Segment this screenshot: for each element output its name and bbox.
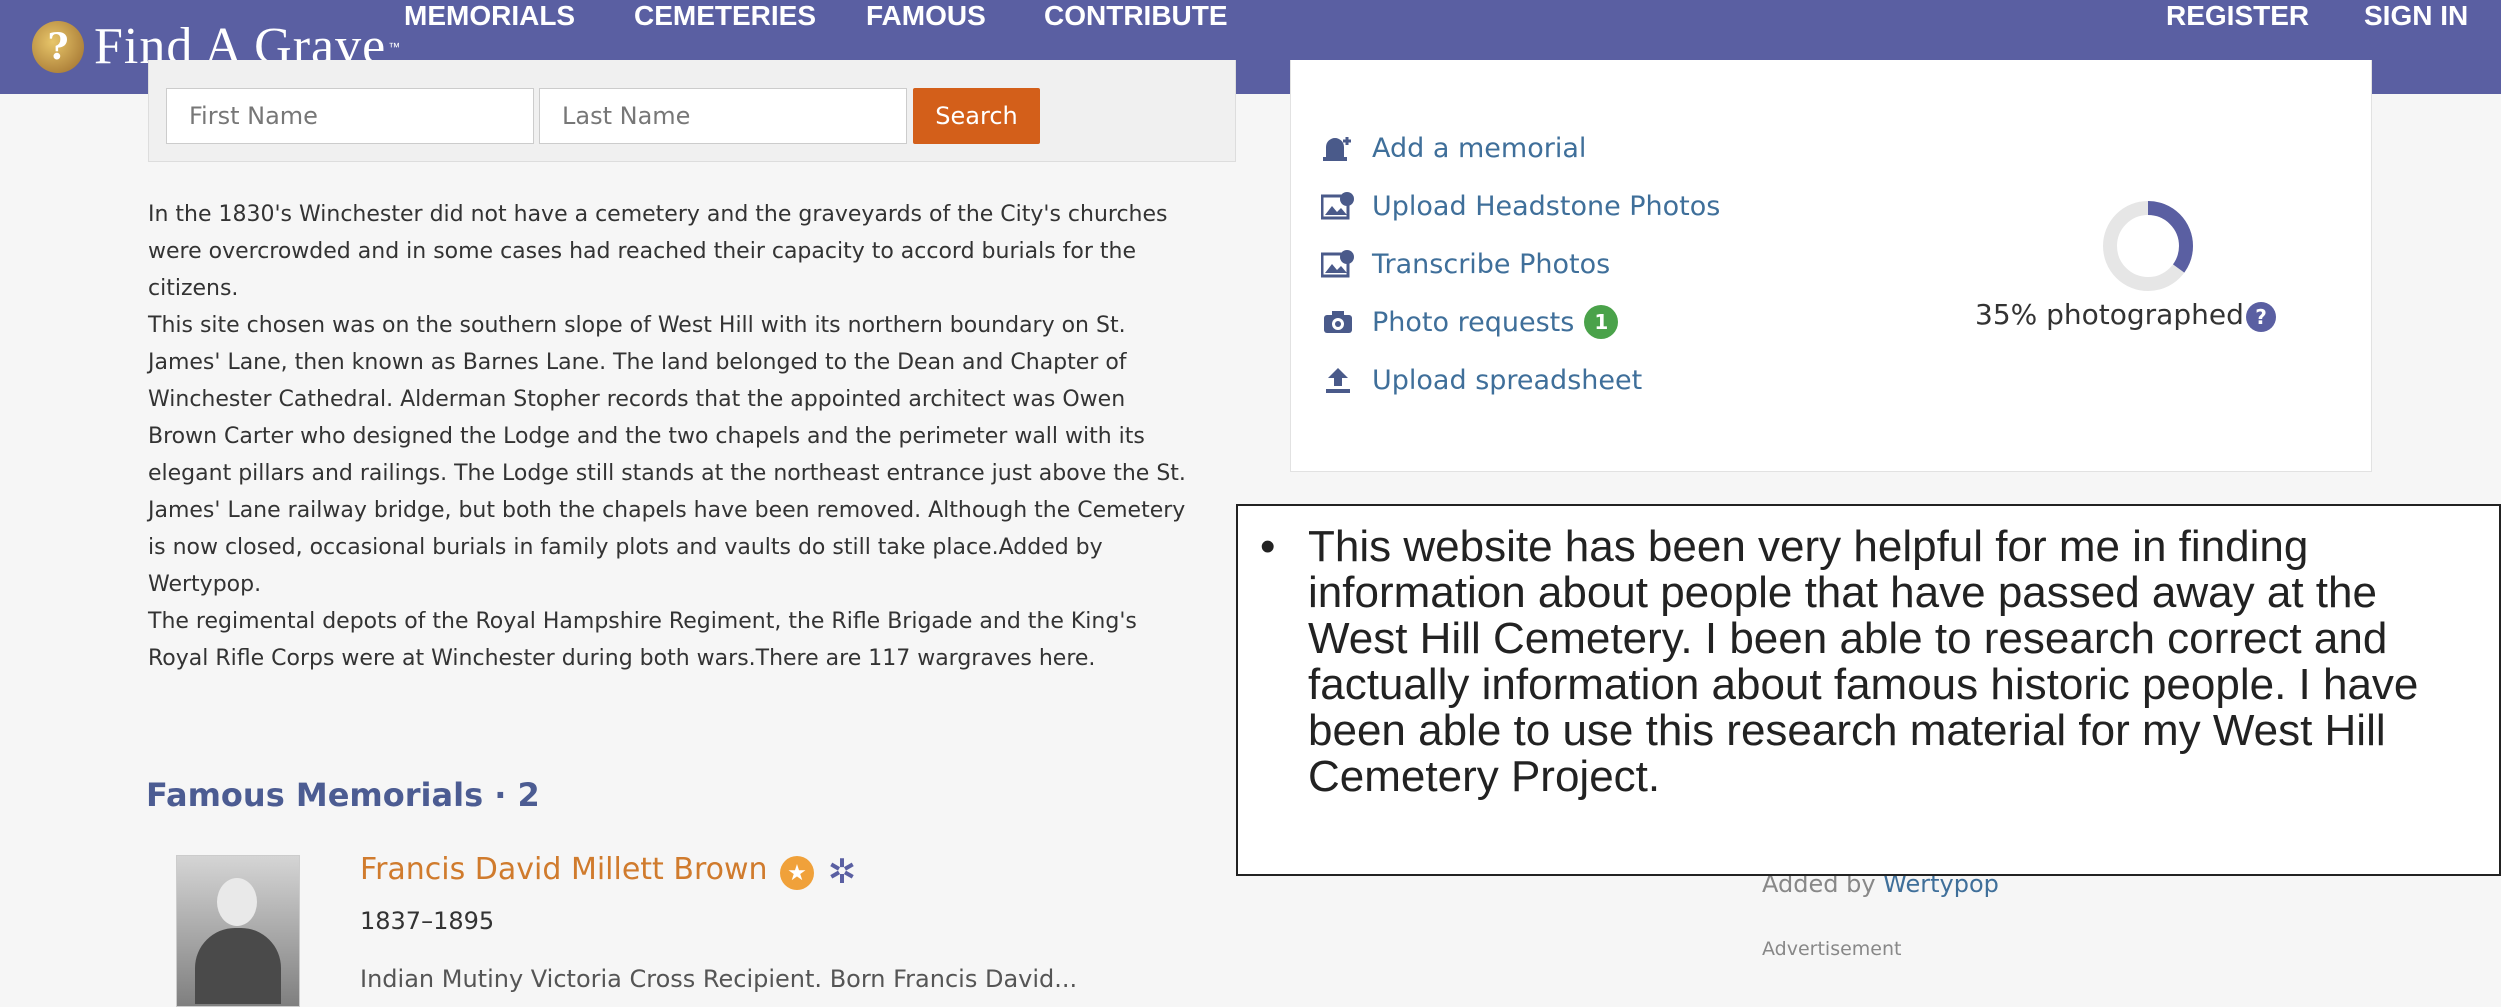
add-memorial-icon [1320,133,1356,163]
flower-icon: ✲ [827,853,857,891]
photo-requests-link[interactable]: Photo requests 1 [1320,302,1619,342]
transcribe-photo-icon [1320,249,1356,279]
camera-icon [1320,307,1356,337]
upload-spreadsheet-link[interactable]: Upload spreadsheet [1320,360,1642,400]
add-memorial-label: Add a memorial [1372,132,1587,164]
memorial-summary: Indian Mutiny Victoria Cross Recipient. … [360,965,1078,993]
upload-headstone-photos-label: Upload Headstone Photos [1372,190,1721,222]
photo-requests-label: Photo requests [1372,306,1575,338]
upload-icon [1320,365,1356,395]
transcribe-photos-label: Transcribe Photos [1372,248,1611,280]
upload-photo-icon [1320,191,1356,221]
photographed-label: 35% photographed [1975,298,2244,331]
first-name-input[interactable]: First Name [166,88,534,144]
add-memorial-link[interactable]: Add a memorial [1320,128,1586,168]
memorial-photo[interactable] [176,855,300,1007]
photographed-progress-ring [2103,201,2193,291]
bullet: • [1260,522,1276,571]
upload-spreadsheet-label: Upload spreadsheet [1372,364,1643,396]
comment-overlay: • This website has been very helpful for… [1236,504,2501,876]
search-button[interactable]: Search [913,88,1040,144]
nav-sign-in[interactable]: SIGN IN [2364,0,2468,94]
transcribe-photos-link[interactable]: Transcribe Photos [1320,244,1610,284]
photo-requests-count-badge: 1 [1584,305,1619,339]
logo-trademark: ™ [388,40,401,54]
famous-memorials-heading: Famous Memorials · 2 [146,776,540,814]
logo-icon: ? [32,21,84,73]
cemetery-description: In the 1830's Winchester did not have a … [148,202,1186,671]
memorial-name-link[interactable]: Francis David Millett Brown [360,852,768,887]
memorial-dates: 1837–1895 [360,907,495,935]
last-name-input[interactable]: Last Name [539,88,907,144]
upload-headstone-photos-link[interactable]: Upload Headstone Photos [1320,186,1720,226]
help-icon[interactable]: ? [2246,302,2276,332]
comment-text: This website has been very helpful for m… [1308,522,2419,801]
advertisement-label: Advertisement [1762,938,1902,960]
star-badge-icon: ★ [780,856,814,890]
